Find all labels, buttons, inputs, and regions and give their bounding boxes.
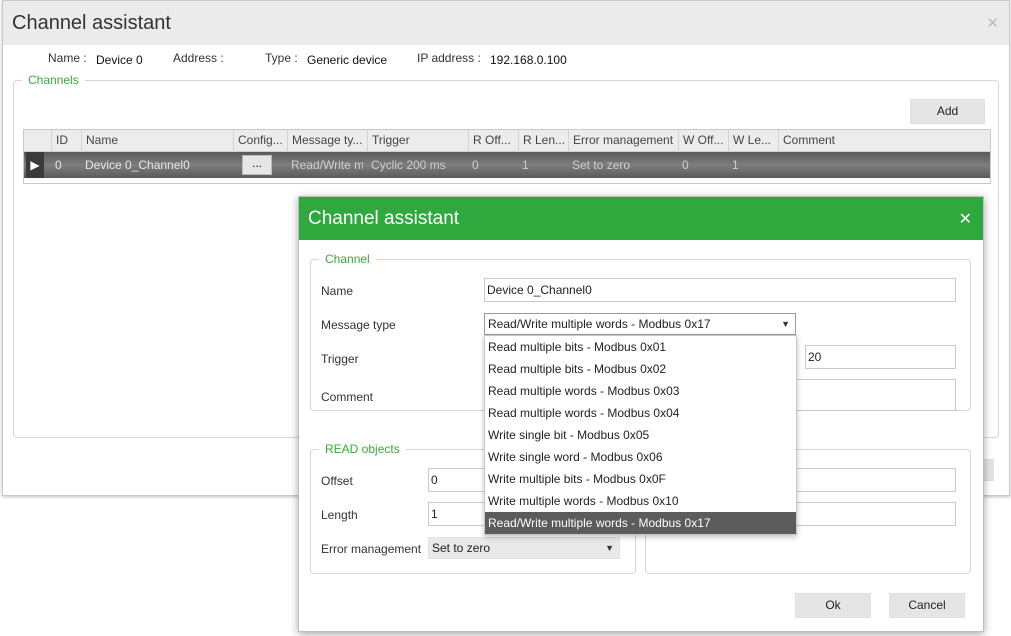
chevron-down-icon[interactable]: ▼ xyxy=(605,538,614,558)
device-type-label: Type : xyxy=(265,51,298,65)
column-header-r-offset[interactable]: R Off... xyxy=(468,130,515,151)
inner-dialog-title: Channel assistant xyxy=(308,208,460,229)
message-type-option[interactable]: Write single bit - Modbus 0x05 xyxy=(485,424,796,446)
message-type-option[interactable]: Read multiple bits - Modbus 0x01 xyxy=(485,336,796,358)
column-header-trigger[interactable]: Trigger xyxy=(367,130,465,151)
message-type-label: Message type xyxy=(321,318,396,332)
message-type-selected-value: Read/Write multiple words - Modbus 0x17 xyxy=(488,317,711,331)
row-id: 0 xyxy=(55,158,62,172)
row-selector-arrow-icon[interactable]: ▶ xyxy=(26,152,44,178)
inner-close-icon[interactable]: ✕ xyxy=(959,209,972,229)
row-w-length: 1 xyxy=(732,158,739,172)
chevron-down-icon[interactable]: ▼ xyxy=(781,314,790,334)
column-header-name[interactable]: Name xyxy=(81,130,230,151)
add-channel-button[interactable]: Add xyxy=(910,99,985,124)
channel-group-title: Channel xyxy=(319,252,376,266)
column-header-message-type[interactable]: Message ty... xyxy=(287,130,364,151)
read-objects-group-title: READ objects xyxy=(319,442,406,456)
device-type-value: Generic device xyxy=(307,53,388,67)
column-header-w-length[interactable]: W Le... xyxy=(728,130,775,151)
comment-input[interactable] xyxy=(796,379,956,411)
comment-label: Comment xyxy=(321,390,374,404)
ok-button[interactable]: Ok xyxy=(795,593,871,618)
channel-name-input[interactable]: Device 0_Channel0 xyxy=(484,278,956,302)
length-label: Length xyxy=(321,508,358,522)
ip-address-label: IP address : xyxy=(417,51,481,65)
message-type-select[interactable]: Read/Write multiple words - Modbus 0x17 … xyxy=(484,313,796,335)
column-header-config[interactable]: Config... xyxy=(233,130,284,151)
column-header-w-offset[interactable]: W Off... xyxy=(678,130,725,151)
outer-dialog-title: Channel assistant xyxy=(12,12,171,34)
column-header-error-management[interactable]: Error management xyxy=(568,130,675,151)
message-type-option[interactable]: Read multiple words - Modbus 0x03 xyxy=(485,380,796,402)
message-type-option[interactable]: Read multiple words - Modbus 0x04 xyxy=(485,402,796,424)
device-name-value: Device 0 xyxy=(96,53,143,67)
message-type-option-selected[interactable]: Read/Write multiple words - Modbus 0x17 xyxy=(485,512,796,534)
row-r-length: 1 xyxy=(522,158,529,172)
column-header-r-length[interactable]: R Len... xyxy=(518,130,565,151)
device-name-label: Name : xyxy=(48,51,87,65)
column-header-comment[interactable]: Comment xyxy=(778,130,988,151)
column-header-id[interactable]: ID xyxy=(51,130,78,151)
offset-label: Offset xyxy=(321,474,353,488)
outer-title-bar: Channel assistant ✕ xyxy=(3,1,1009,45)
message-type-dropdown-list: Read multiple bits - Modbus 0x01 Read mu… xyxy=(484,335,797,535)
row-name: Device 0_Channel0 xyxy=(85,158,190,172)
error-management-label: Error management xyxy=(321,542,422,556)
table-row[interactable]: ▶ 0 Device 0_Channel0 ... Read/Write mu … xyxy=(24,152,990,178)
inner-title-bar: Channel assistant ✕ xyxy=(299,197,983,240)
row-w-offset: 0 xyxy=(682,158,689,172)
message-type-option[interactable]: Write multiple words - Modbus 0x10 xyxy=(485,490,796,512)
cancel-button[interactable]: Cancel xyxy=(889,593,965,618)
row-error-management: Set to zero xyxy=(572,158,631,172)
length-input[interactable]: 1 xyxy=(428,502,486,526)
row-config-button[interactable]: ... xyxy=(242,155,272,175)
channels-group-title: Channels xyxy=(22,73,85,87)
row-trigger: Cyclic 200 ms xyxy=(371,158,446,172)
trigger-value-input[interactable]: 20 xyxy=(805,345,956,369)
device-address-label: Address : xyxy=(173,51,224,65)
row-comment xyxy=(778,152,987,178)
ip-address-value: 192.168.0.100 xyxy=(490,53,567,67)
row-message-type: Read/Write mu xyxy=(291,158,363,172)
channels-grid: ID Name Config... Message ty... Trigger … xyxy=(23,129,991,184)
message-type-option[interactable]: Read multiple bits - Modbus 0x02 xyxy=(485,358,796,380)
grid-header: ID Name Config... Message ty... Trigger … xyxy=(24,130,990,152)
grid-header-indicator xyxy=(24,130,48,151)
offset-input[interactable]: 0 xyxy=(428,468,486,492)
channel-name-label: Name xyxy=(321,284,354,298)
message-type-option[interactable]: Write single word - Modbus 0x06 xyxy=(485,446,796,468)
error-management-select[interactable]: Set to zero ▼ xyxy=(428,537,620,559)
trigger-label: Trigger xyxy=(321,352,359,366)
error-management-selected-value: Set to zero xyxy=(432,541,491,555)
row-r-offset: 0 xyxy=(472,158,479,172)
outer-close-icon[interactable]: ✕ xyxy=(986,14,999,32)
write-offset-input[interactable] xyxy=(796,468,956,492)
message-type-option[interactable]: Write multiple bits - Modbus 0x0F xyxy=(485,468,796,490)
write-length-input[interactable] xyxy=(796,502,956,526)
